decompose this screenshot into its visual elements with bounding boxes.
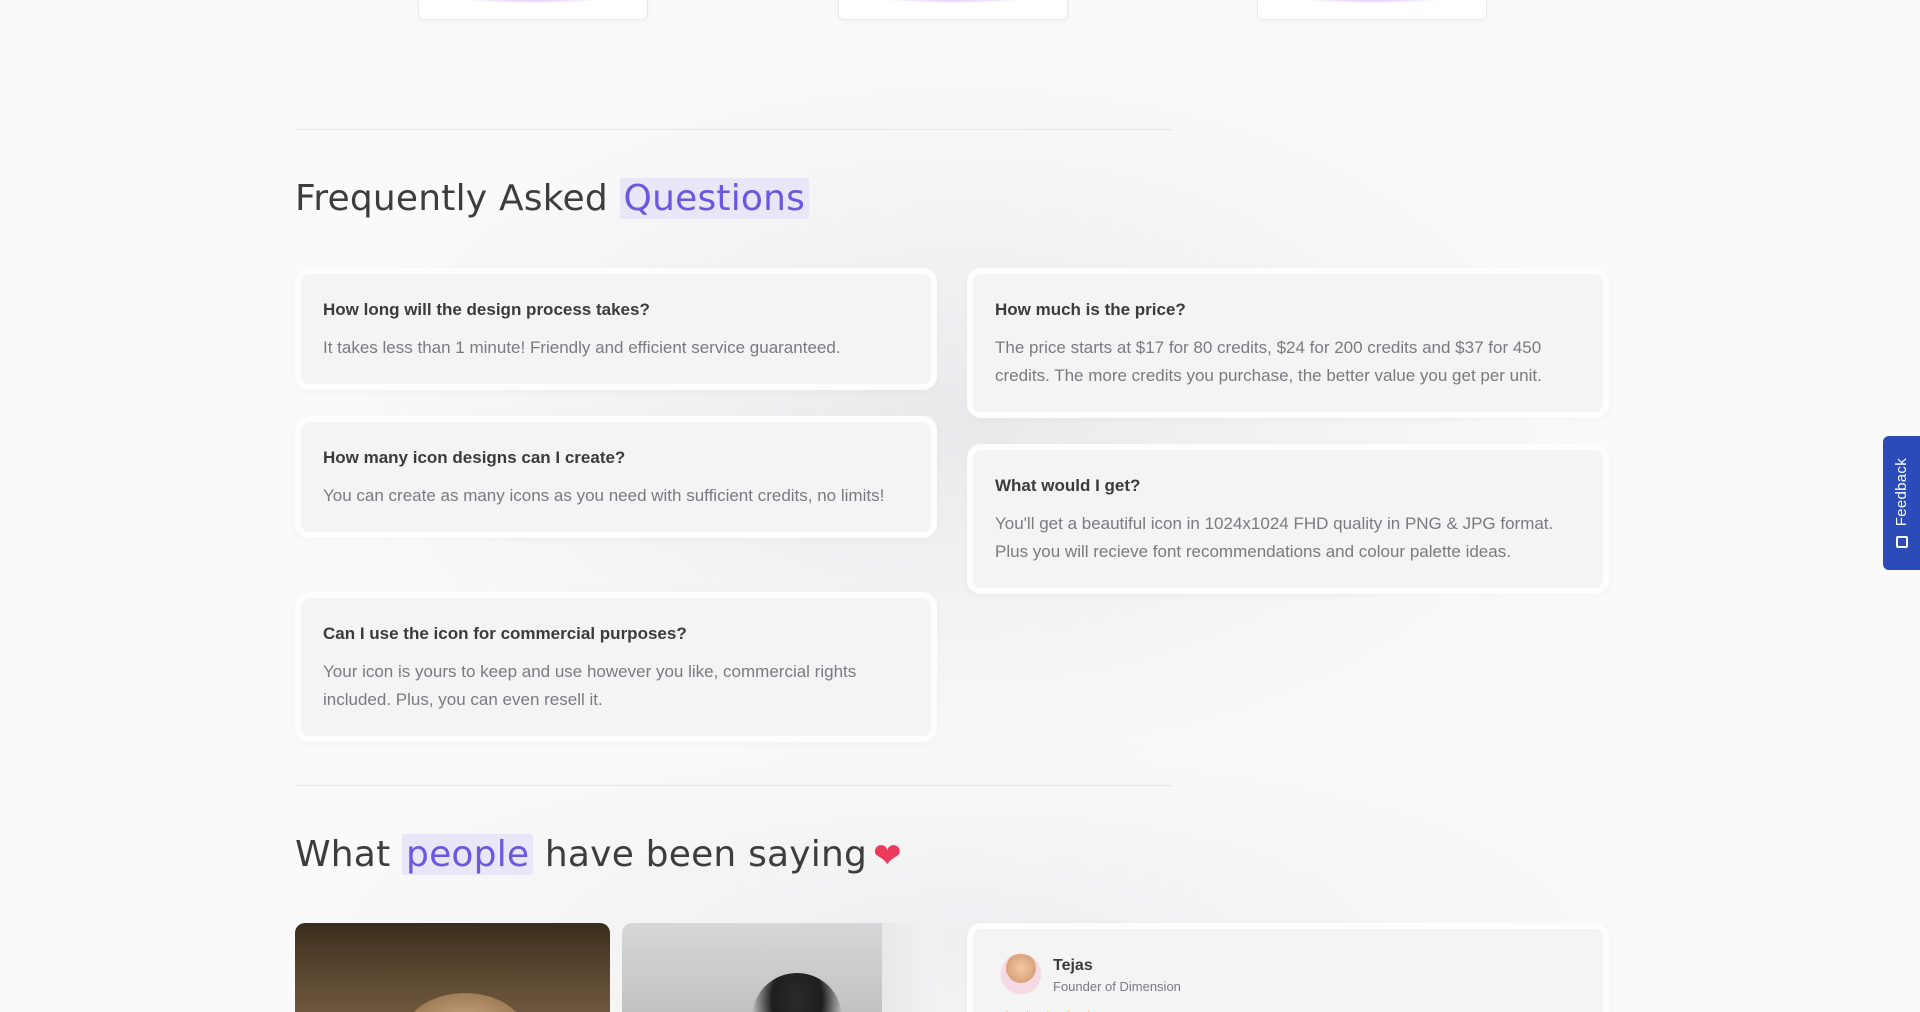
faq-question: How many icon designs can I create?: [323, 448, 626, 467]
faq-item-icon-count[interactable]: How many icon designs can I create? You …: [295, 416, 937, 538]
testimonials-title-suffix: have been saying: [533, 834, 868, 875]
testimonial-video-card-1[interactable]: [295, 923, 610, 1012]
faq-answer: You'll get a beautiful icon in 1024x1024…: [995, 514, 1554, 561]
faq-item-deliverables[interactable]: What would I get? You'll get a beautiful…: [967, 444, 1609, 594]
testimonial-video-card-2[interactable]: [622, 923, 937, 1012]
faq-answer: You can create as many icons as you need…: [323, 486, 885, 505]
faq-question: How much is the price?: [995, 300, 1186, 319]
section-divider-testimonials: [295, 785, 1172, 786]
testimonial-role: Founder of Dimension: [1053, 979, 1181, 994]
section-divider-faq: [295, 129, 1172, 130]
faq-title: Frequently Asked Questions: [295, 178, 810, 219]
rating-stars: ★★★★★: [1000, 1007, 1102, 1012]
faq-answer: The price starts at $17 for 80 credits, …: [995, 338, 1542, 385]
testimonials-title-prefix: What: [295, 834, 403, 875]
faq-title-prefix: Frequently Asked: [295, 178, 620, 219]
faq-item-price[interactable]: How much is the price? The price starts …: [967, 268, 1609, 418]
faq-question: Can I use the icon for commercial purpos…: [323, 624, 687, 643]
heart-icon: ❤: [873, 836, 902, 876]
testimonial-name: Tejas: [1053, 957, 1093, 974]
avatar: [1000, 953, 1042, 995]
top-card-3[interactable]: [1257, 0, 1487, 20]
faq-item-design-time[interactable]: How long will the design process takes? …: [295, 268, 937, 390]
testimonials-title-highlight: people: [402, 834, 534, 875]
faq-item-commercial-use[interactable]: Can I use the icon for commercial purpos…: [295, 592, 937, 742]
testimonial-card: Tejas Founder of Dimension ★★★★★: [967, 923, 1609, 1012]
faq-question: What would I get?: [995, 476, 1141, 495]
top-card-2[interactable]: [838, 0, 1068, 20]
feedback-smile-icon: [1895, 536, 1908, 549]
faq-title-highlight: Questions: [619, 178, 810, 219]
testimonials-title: What people have been saying ❤: [295, 834, 902, 876]
faq-answer: It takes less than 1 minute! Friendly an…: [323, 338, 841, 357]
feedback-label: Feedback: [1893, 457, 1910, 527]
page: Frequently Asked Questions How long will…: [0, 0, 1920, 1012]
faq-question: How long will the design process takes?: [323, 300, 650, 319]
faq-answer: Your icon is yours to keep and use howev…: [323, 662, 857, 709]
top-card-1[interactable]: [418, 0, 648, 20]
feedback-button[interactable]: Feedback: [1883, 436, 1920, 570]
